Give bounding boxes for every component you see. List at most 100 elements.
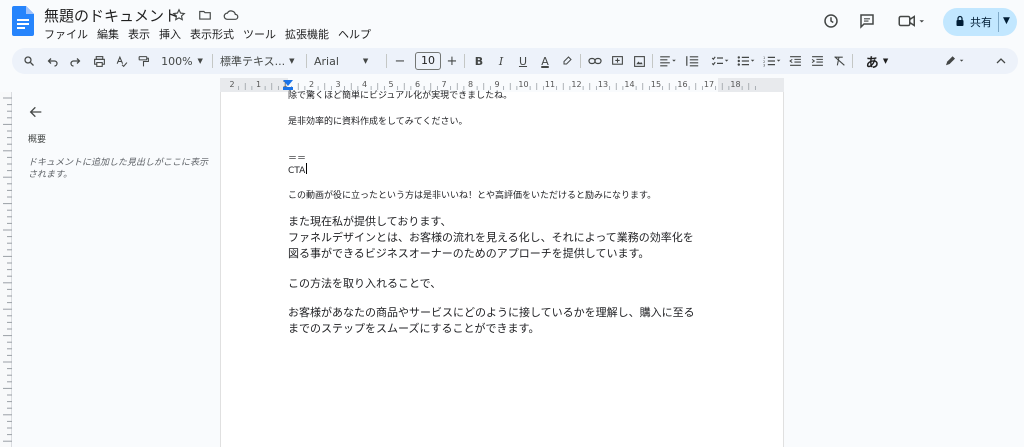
meet-icon[interactable]: [894, 10, 930, 32]
close-outline-icon[interactable]: [28, 104, 44, 120]
text-color-button[interactable]: A: [536, 52, 554, 70]
font-value: Arial: [314, 54, 339, 68]
ruler-label: 18: [730, 80, 740, 89]
spellcheck-icon[interactable]: [112, 52, 130, 70]
ruler-label: 10: [518, 80, 528, 89]
insert-link-icon[interactable]: [586, 52, 604, 70]
menu-tools[interactable]: ツール: [243, 26, 276, 42]
menu-bar: ファイル 編集 表示 挿入 表示形式 ツール 拡張機能 ヘルプ: [44, 26, 371, 42]
menu-file[interactable]: ファイル: [44, 26, 88, 42]
line-spacing-icon[interactable]: [682, 52, 706, 70]
hide-menus-icon[interactable]: [992, 52, 1010, 70]
numbered-list-icon[interactable]: 123: [760, 52, 784, 70]
vertical-ruler-ticks: [3, 97, 12, 442]
redo-icon[interactable]: [66, 52, 84, 70]
comment-icon[interactable]: [856, 10, 878, 32]
bulleted-list-icon[interactable]: [734, 52, 758, 70]
toolbar-divider: [580, 54, 581, 68]
underline-button[interactable]: U: [514, 52, 532, 70]
document-page[interactable]: [220, 92, 784, 447]
cloud-saved-icon[interactable]: [222, 6, 240, 24]
doc-line[interactable]: この方法を取り入れることで、: [288, 275, 441, 291]
font-select[interactable]: Arial ▼: [314, 52, 382, 70]
ruler-label: 12: [571, 80, 581, 89]
input-tools-button[interactable]: あ ▼: [860, 52, 894, 71]
menu-insert[interactable]: 挿入: [159, 26, 181, 42]
title-bar: 無題のドキュメント ファイル 編集 表示 挿入 表示形式 ツール 拡張機能 ヘル…: [0, 0, 1024, 44]
outline-title: 概要: [28, 135, 47, 145]
align-left-icon[interactable]: [656, 52, 680, 70]
share-divider: [998, 12, 999, 32]
increase-font-size-button[interactable]: +: [444, 52, 460, 70]
share-dropdown-icon[interactable]: ▼: [1003, 16, 1010, 26]
italic-button[interactable]: I: [492, 52, 510, 70]
move-folder-icon[interactable]: [196, 6, 214, 24]
print-icon[interactable]: [90, 52, 108, 70]
menu-view[interactable]: 表示: [128, 26, 150, 42]
zoom-dropdown-icon: ▼: [197, 57, 203, 65]
editing-mode-icon[interactable]: [940, 52, 970, 70]
ruler-right-margin: [718, 78, 784, 92]
undo-icon[interactable]: [44, 52, 62, 70]
style-dropdown-icon: ▼: [289, 57, 295, 65]
input-mode-label: あ: [865, 55, 879, 71]
ruler-label: 11: [545, 80, 555, 89]
decrease-font-size-button[interactable]: −: [392, 52, 408, 70]
ruler-label: 1: [256, 80, 261, 89]
menu-format[interactable]: 表示形式: [190, 26, 234, 42]
doc-line[interactable]: 是非効率的に資料作成をしてみてください。: [288, 114, 467, 127]
menu-edit[interactable]: 編集: [97, 26, 119, 42]
highlight-color-icon[interactable]: [558, 52, 576, 70]
doc-line[interactable]: までのステップをスムーズにすることができます。: [288, 320, 539, 336]
paint-format-icon[interactable]: [134, 52, 152, 70]
clear-formatting-icon[interactable]: [830, 52, 848, 70]
zoom-select[interactable]: 100% ▼: [160, 52, 204, 70]
add-comment-icon[interactable]: [608, 52, 626, 70]
paragraph-style-value: 標準テキス...: [220, 55, 286, 68]
menu-extensions[interactable]: 拡張機能: [285, 26, 329, 42]
ruler-label: 15: [651, 80, 661, 89]
history-icon[interactable]: [820, 10, 842, 32]
text-cursor: [306, 163, 308, 174]
decrease-indent-icon[interactable]: [786, 52, 804, 70]
share-button[interactable]: 共有 ▼: [943, 8, 1017, 36]
paragraph-style-select[interactable]: 標準テキス... ▼: [220, 52, 300, 70]
toolbar-divider: [212, 54, 213, 68]
ruler-label: 2: [229, 80, 234, 89]
insert-image-icon[interactable]: [630, 52, 648, 70]
toolbar-divider: [652, 54, 653, 68]
increase-indent-icon[interactable]: [808, 52, 826, 70]
doc-line[interactable]: 図る事ができるビジネスオーナーのためのアプローチを提供しています。: [288, 245, 649, 261]
outline-hint: ドキュメントに追加した見出しがここに表示されます。: [28, 158, 209, 180]
cta-text: CTA: [288, 166, 306, 176]
doc-line[interactable]: ファネルデザインとは、お客様の流れを見える化し、それによって業務の効率化を: [288, 229, 694, 245]
ruler-label: 14: [624, 80, 634, 89]
toolbar-divider: [464, 54, 465, 68]
doc-line[interactable]: 除で驚くほど簡単にビジュアル化が実現できましたね。: [288, 88, 512, 101]
doc-line[interactable]: この動画が役に立ったという方は是非いいね！とや高評価をいただけると励みになります…: [288, 188, 656, 201]
font-size-input[interactable]: 10: [415, 52, 441, 70]
ruler-label: 16: [677, 80, 687, 89]
share-label: 共有: [970, 16, 992, 29]
menu-help[interactable]: ヘルプ: [338, 26, 371, 42]
search-menus-icon[interactable]: [20, 52, 38, 70]
svg-text:3: 3: [763, 63, 765, 67]
vertical-ruler: [0, 92, 12, 447]
star-icon[interactable]: [170, 6, 188, 24]
title-icons: [170, 6, 240, 24]
doc-line-cta[interactable]: CTA: [288, 163, 308, 176]
font-dropdown-icon: ▼: [362, 57, 369, 65]
ruler-label: 17: [704, 80, 714, 89]
docs-logo-icon[interactable]: [12, 6, 34, 36]
document-title[interactable]: 無題のドキュメント: [44, 5, 179, 26]
toolbar-divider: [386, 54, 387, 68]
bold-button[interactable]: B: [470, 52, 488, 70]
ruler-label: 13: [598, 80, 608, 89]
doc-line[interactable]: お客様があなたの商品やサービスにどのように接しているかを理解し、購入に至る: [288, 304, 695, 320]
zoom-value: 100%: [161, 54, 193, 68]
checklist-icon[interactable]: [708, 52, 732, 70]
toolbar-divider: [852, 54, 853, 68]
input-tools-dropdown-icon: ▼: [882, 57, 889, 65]
lock-icon: [955, 15, 965, 30]
doc-line[interactable]: また現在私が提供しております、: [288, 213, 451, 229]
